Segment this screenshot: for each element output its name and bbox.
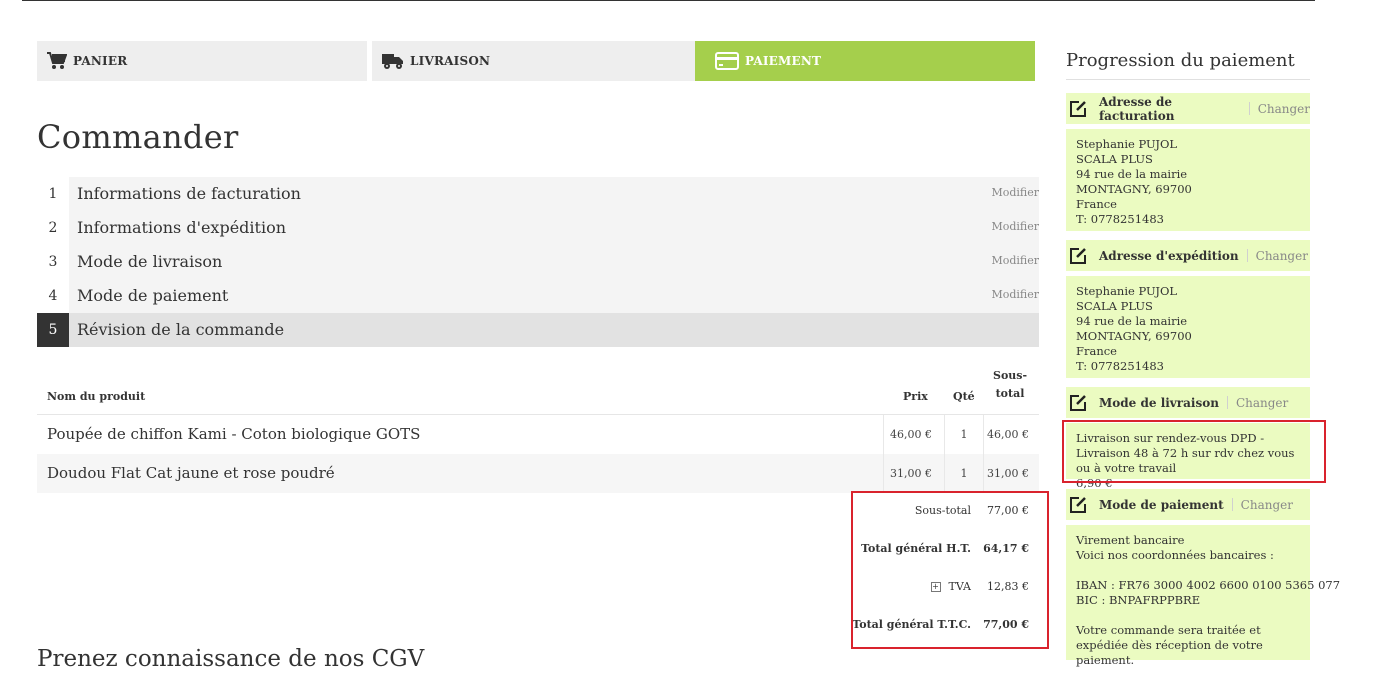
section-number: 3 <box>48 254 58 270</box>
modify-link[interactable]: Modifier <box>991 279 1039 313</box>
payment-line: Virement bancaire <box>1076 533 1185 547</box>
payment-line: Votre commande sera traitée et expédiée … <box>1076 623 1263 667</box>
address-line: 94 rue de la mairie <box>1076 167 1188 181</box>
modify-link[interactable]: Modifier <box>991 211 1039 245</box>
separator <box>1248 102 1250 115</box>
product-price: 46,00 € <box>883 415 938 454</box>
checkout-sections: 1 Informations de facturation Modifier 2… <box>37 177 1039 347</box>
product-qty: 1 <box>944 415 983 454</box>
payment-method-heading: Mode de paiement <box>1099 497 1224 512</box>
credit-card-icon <box>715 52 739 70</box>
modify-link[interactable]: Modifier <box>991 177 1039 211</box>
column-header-qty: Qté <box>953 390 975 403</box>
delivery-method-header: Mode de livraison Changer <box>1066 387 1310 418</box>
section-number: 2 <box>48 220 58 236</box>
section-delivery-method[interactable]: 3 Mode de livraison Modifier <box>37 245 1039 279</box>
payment-progress-sidebar: Progression du paiement Adresse de factu… <box>1066 50 1340 667</box>
section-title: Révision de la commande <box>69 313 1039 347</box>
change-shipping-link[interactable]: Changer <box>1256 249 1308 263</box>
payment-method-body: Virement bancaire Voici nos coordonnées … <box>1066 525 1341 667</box>
section-title: Mode de paiement <box>69 279 1039 313</box>
section-title: Informations de facturation <box>69 177 1039 211</box>
shipping-address-header: Adresse d'expédition Changer <box>1066 240 1310 271</box>
top-divider <box>22 0 1315 1</box>
checkout-steps: PANIER LIVRAISON PAIEMENT <box>37 41 1035 81</box>
edit-icon <box>1069 394 1087 412</box>
shipping-address-body: Stephanie PUJOL SCALA PLUS 94 rue de la … <box>1066 276 1310 378</box>
delivery-highlight-box <box>1062 420 1326 483</box>
section-title: Informations d'expédition <box>69 211 1039 245</box>
cgv-title: Prenez connaissance de nos CGV <box>37 646 425 672</box>
section-order-review: 5 Révision de la commande <box>37 313 1039 347</box>
step-panier[interactable]: PANIER <box>37 41 367 81</box>
payment-line: BIC : BNPAFRPPBRE <box>1076 593 1201 607</box>
address-line: Stephanie PUJOL <box>1076 284 1178 298</box>
product-price: 31,00 € <box>883 454 938 493</box>
edit-icon <box>1069 496 1087 514</box>
step-paiement[interactable]: PAIEMENT <box>695 41 1035 81</box>
product-qty: 1 <box>944 454 983 493</box>
section-number: 5 <box>37 313 69 347</box>
section-payment-method[interactable]: 4 Mode de paiement Modifier <box>37 279 1039 313</box>
section-title: Mode de livraison <box>69 245 1039 279</box>
change-payment-link[interactable]: Changer <box>1241 498 1293 512</box>
section-shipping[interactable]: 2 Informations d'expédition Modifier <box>37 211 1039 245</box>
column-header-name: Nom du produit <box>47 390 146 403</box>
address-line: France <box>1076 197 1117 211</box>
step-livraison[interactable]: LIVRAISON <box>372 41 695 81</box>
sidebar-title: Progression du paiement <box>1066 50 1310 80</box>
step-label: PANIER <box>73 54 128 68</box>
separator <box>1246 249 1248 262</box>
address-line: Stephanie PUJOL <box>1076 137 1178 151</box>
table-header: Nom du produit Prix Qté Sous-total <box>37 366 1039 415</box>
address-line: France <box>1076 344 1117 358</box>
billing-address-heading: Adresse de facturation <box>1099 94 1175 123</box>
billing-address-body: Stephanie PUJOL SCALA PLUS 94 rue de la … <box>1066 129 1310 231</box>
totals-highlight-box <box>851 491 1049 649</box>
change-delivery-link[interactable]: Changer <box>1236 396 1288 410</box>
delivery-method-heading: Mode de livraison <box>1099 395 1219 410</box>
column-header-subtotal: Sous-total <box>993 367 1027 403</box>
section-billing[interactable]: 1 Informations de facturation Modifier <box>37 177 1039 211</box>
separator <box>1226 396 1228 409</box>
separator <box>1231 498 1233 511</box>
step-label: PAIEMENT <box>745 54 822 68</box>
step-label: LIVRAISON <box>410 54 491 68</box>
address-line: 94 rue de la mairie <box>1076 314 1188 328</box>
change-billing-link[interactable]: Changer <box>1258 102 1310 116</box>
product-name: Doudou Flat Cat jaune et rose poudré <box>47 464 335 482</box>
table-row: Poupée de chiffon Kami - Coton biologiqu… <box>37 415 1039 454</box>
truck-icon <box>382 52 404 70</box>
cart-icon <box>47 52 67 70</box>
edit-icon <box>1069 100 1087 118</box>
section-number: 4 <box>48 288 58 304</box>
order-review-table: Nom du produit Prix Qté Sous-total Poupé… <box>37 366 1039 631</box>
payment-method-header: Mode de paiement Changer <box>1066 489 1310 520</box>
page-title: Commander <box>37 118 239 156</box>
address-line: T: 0778251483 <box>1076 212 1164 226</box>
address-line: MONTAGNY, 69700 <box>1076 329 1192 343</box>
payment-line: IBAN : FR76 3000 4002 6600 0100 5365 077 <box>1076 578 1341 592</box>
edit-icon <box>1069 247 1087 265</box>
shipping-address-heading: Adresse d'expédition <box>1099 248 1239 263</box>
table-row: Doudou Flat Cat jaune et rose poudré 31,… <box>37 454 1039 493</box>
modify-link[interactable]: Modifier <box>991 245 1039 279</box>
product-name: Poupée de chiffon Kami - Coton biologiqu… <box>47 425 421 443</box>
subtotal-header-line2: total <box>995 387 1025 400</box>
address-line: MONTAGNY, 69700 <box>1076 182 1192 196</box>
subtotal-header-line1: Sous- <box>993 369 1028 382</box>
address-line: SCALA PLUS <box>1076 299 1153 313</box>
payment-line: Voici nos coordonnées bancaires : <box>1076 548 1274 562</box>
section-number: 1 <box>48 186 58 202</box>
product-subtotal: 46,00 € <box>983 415 1032 454</box>
billing-address-header: Adresse de facturation Changer <box>1066 93 1310 124</box>
column-header-price: Prix <box>903 390 928 403</box>
address-line: SCALA PLUS <box>1076 152 1153 166</box>
product-subtotal: 31,00 € <box>983 454 1032 493</box>
address-line: T: 0778251483 <box>1076 359 1164 373</box>
